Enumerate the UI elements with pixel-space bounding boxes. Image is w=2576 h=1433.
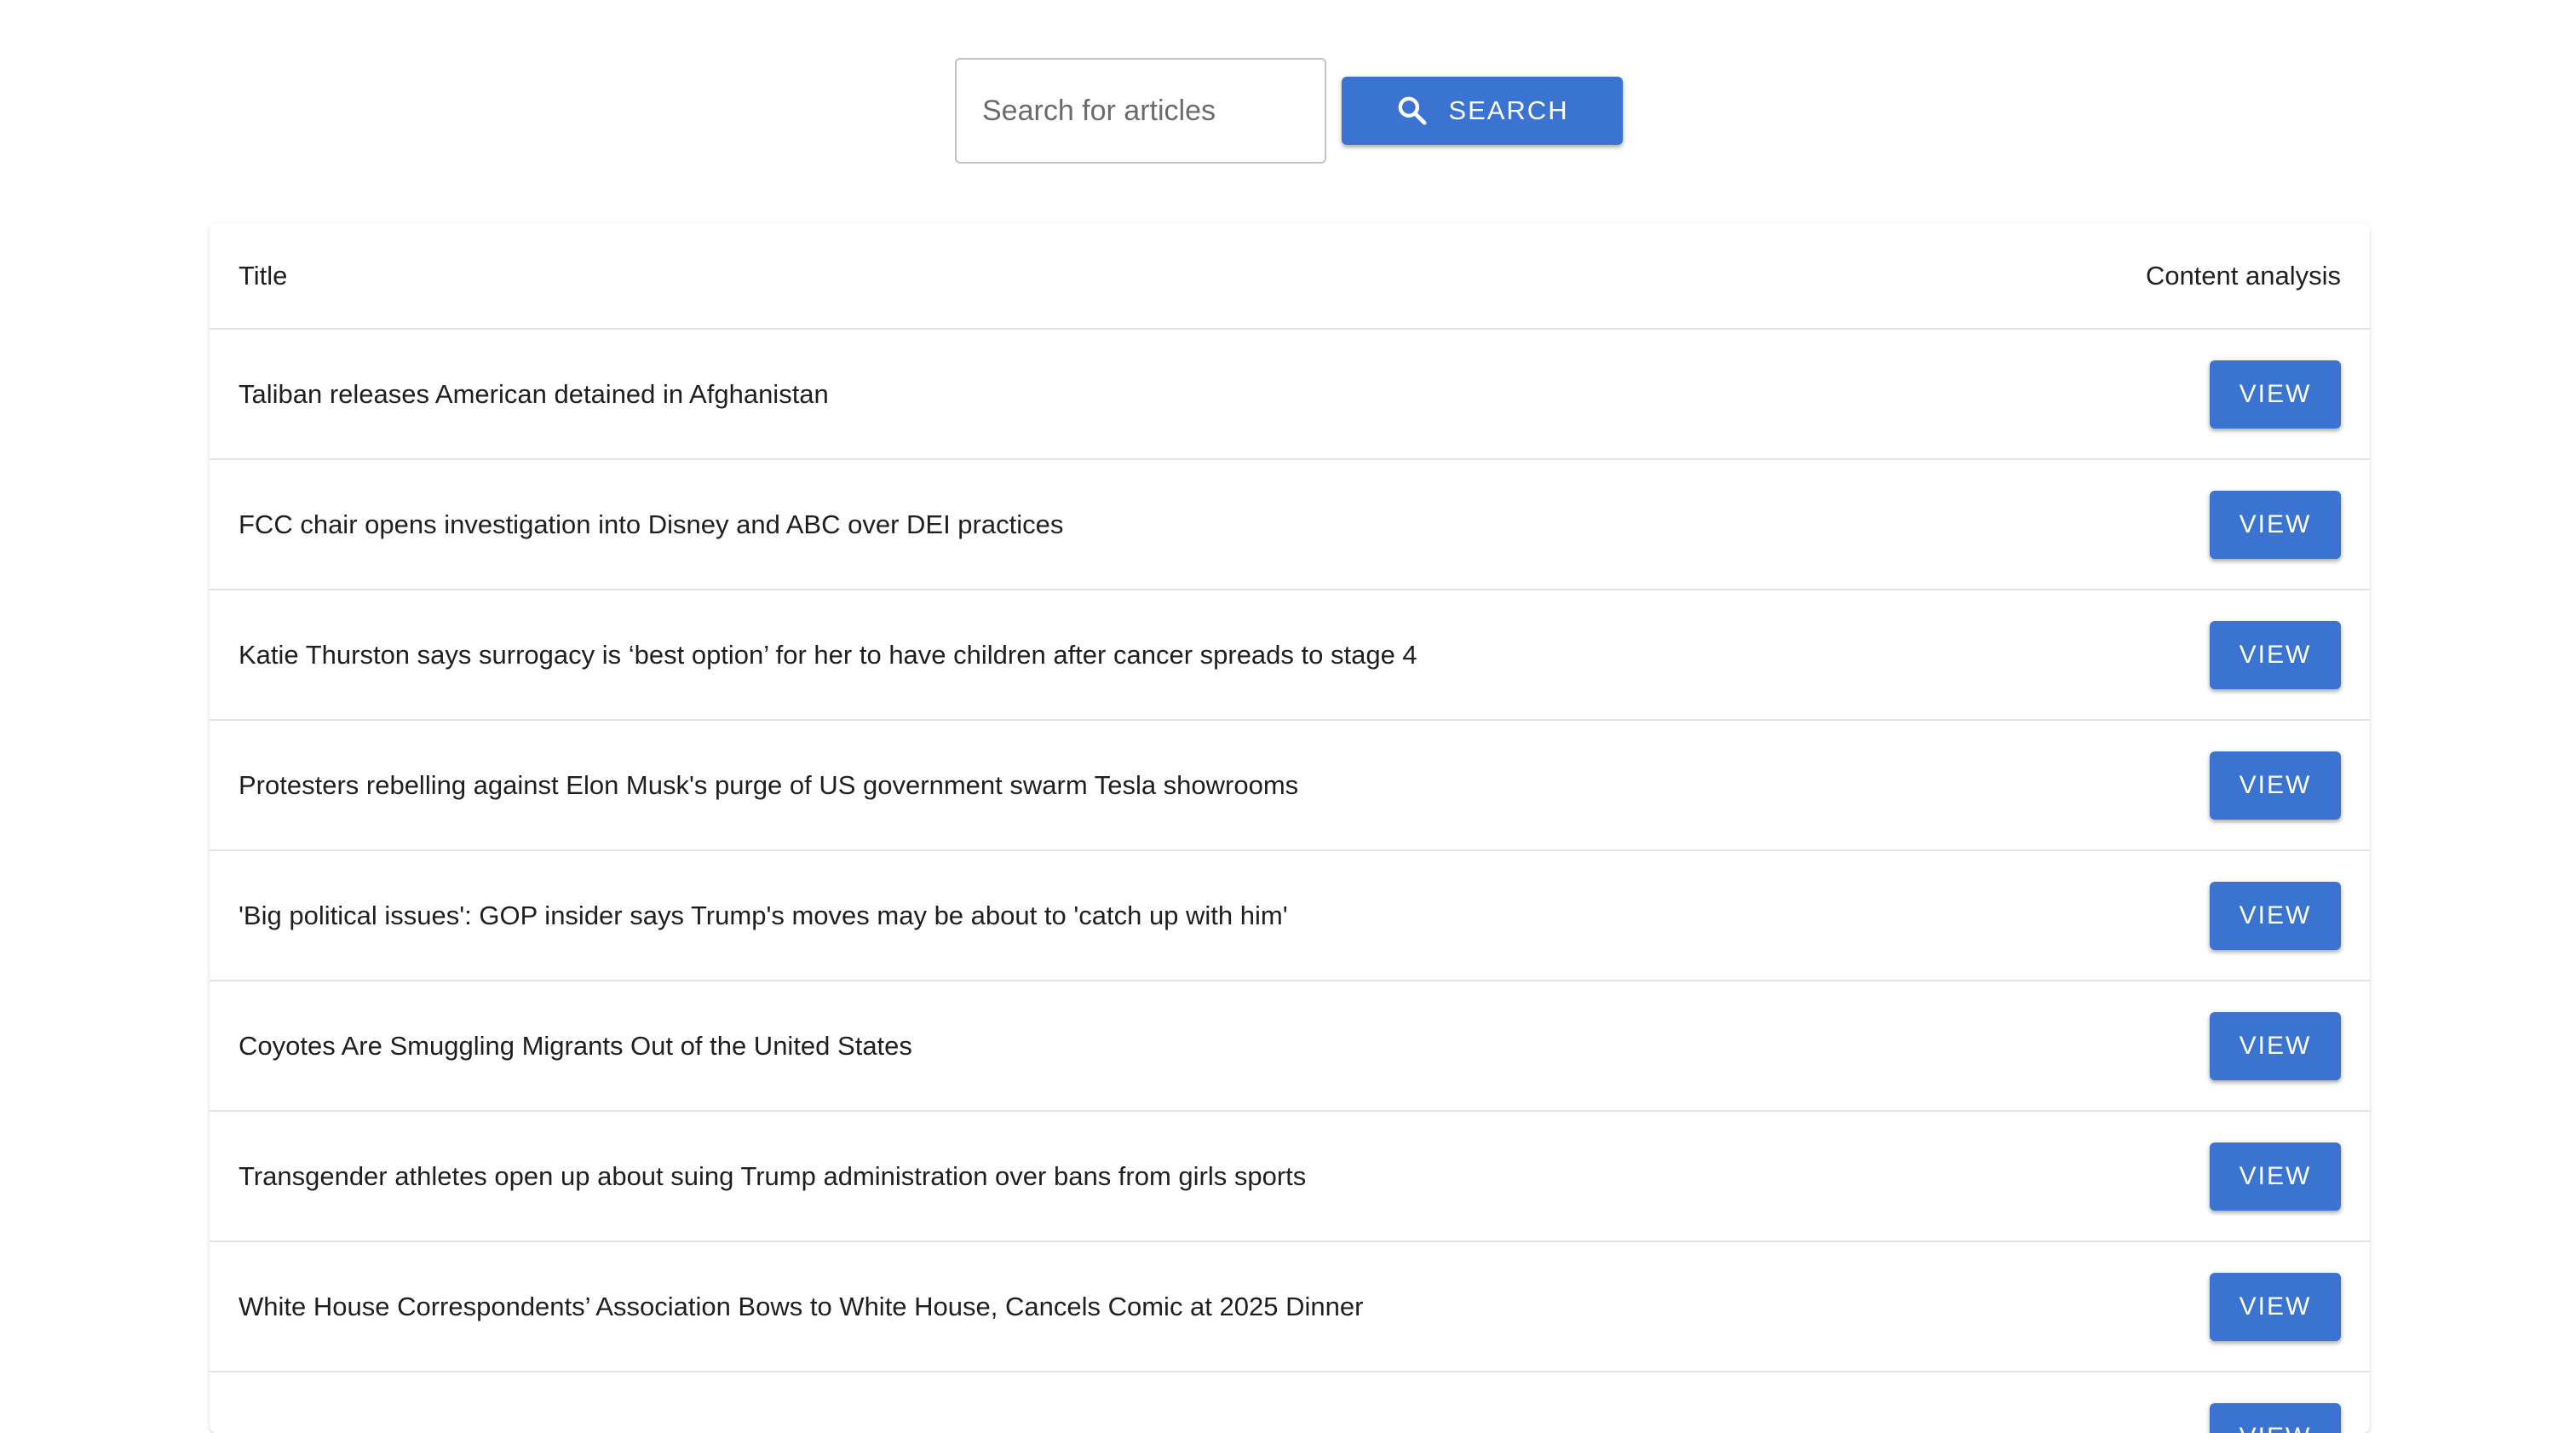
column-header-title: Title <box>239 261 287 291</box>
view-button[interactable]: VIEW <box>2210 882 2341 950</box>
view-button[interactable]: VIEW <box>2210 360 2341 429</box>
column-header-content-analysis: Content analysis <box>2146 261 2341 291</box>
table-row: White House Correspondents’ Association … <box>210 1242 2370 1373</box>
article-title: Protesters rebelling against Elon Musk's… <box>239 770 1298 801</box>
search-input[interactable] <box>955 58 1326 164</box>
table-row: Coyotes Are Smuggling Migrants Out of th… <box>210 981 2370 1112</box>
table-row: Taliban releases American detained in Af… <box>210 330 2370 460</box>
article-title: Katie Thurston says surrogacy is ‘best o… <box>239 640 1417 670</box>
view-button[interactable]: VIEW <box>2210 1012 2341 1080</box>
search-bar: SEARCH <box>955 58 1623 164</box>
view-button[interactable]: VIEW <box>2210 1403 2341 1433</box>
article-title: 'Big political issues': GOP insider says… <box>239 901 1288 931</box>
search-button[interactable]: SEARCH <box>1342 77 1623 145</box>
view-button[interactable]: VIEW <box>2210 1142 2341 1211</box>
article-list: Taliban releases American detained in Af… <box>210 330 2370 1433</box>
view-button[interactable]: VIEW <box>2210 751 2341 820</box>
article-title: Coyotes Are Smuggling Migrants Out of th… <box>239 1031 912 1062</box>
articles-table: Title Content analysis Taliban releases … <box>210 223 2370 1433</box>
article-title: FCC chair opens investigation into Disne… <box>239 509 1063 540</box>
view-button[interactable]: VIEW <box>2210 491 2341 559</box>
article-title: Taliban releases American detained in Af… <box>239 379 829 410</box>
search-button-label: SEARCH <box>1448 95 1568 126</box>
table-row: Protesters rebelling against Elon Musk's… <box>210 721 2370 851</box>
table-row: Transgender athletes open up about suing… <box>210 1112 2370 1242</box>
table-row: Katie Thurston says surrogacy is ‘best o… <box>210 590 2370 721</box>
article-title: Transgender athletes open up about suing… <box>239 1161 1306 1192</box>
article-title: White House Correspondents’ Association … <box>239 1292 1363 1322</box>
table-row: 'Big political issues': GOP insider says… <box>210 851 2370 981</box>
table-row: VIEW <box>210 1373 2370 1433</box>
search-icon <box>1395 94 1429 128</box>
table-row: FCC chair opens investigation into Disne… <box>210 460 2370 590</box>
table-header: Title Content analysis <box>210 223 2370 330</box>
view-button[interactable]: VIEW <box>2210 1273 2341 1341</box>
view-button[interactable]: VIEW <box>2210 621 2341 689</box>
